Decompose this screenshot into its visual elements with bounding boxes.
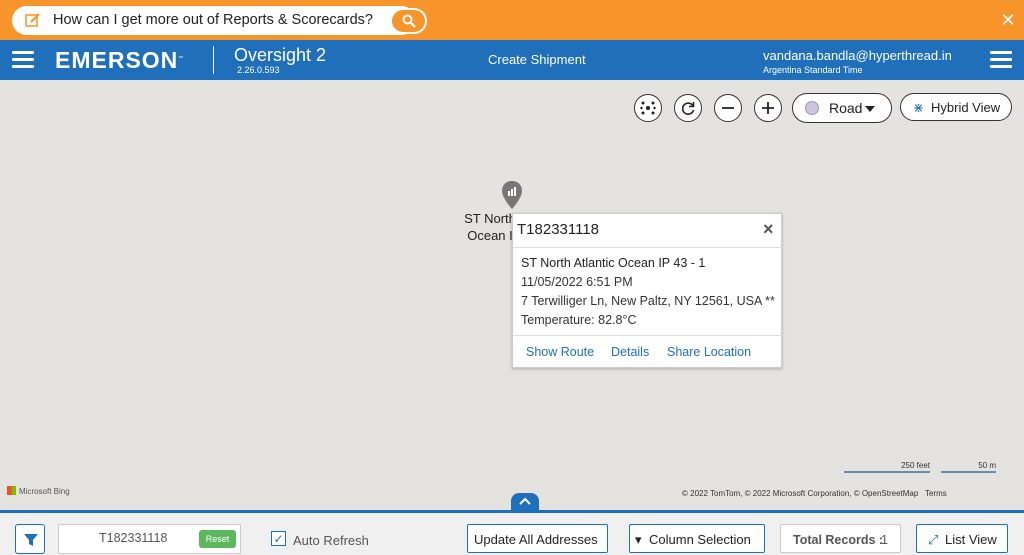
help-question-text[interactable]: How can I get more out of Reports & Scor…	[53, 12, 373, 28]
map-style-dropdown[interactable]: Road	[792, 93, 892, 123]
help-search-bar[interactable]: How can I get more out of Reports & Scor…	[12, 6, 427, 35]
app-version: 2.26.0.593	[237, 65, 280, 75]
scale-bar-meters: 50 m	[941, 461, 996, 473]
edit-icon	[25, 13, 40, 27]
popup-shipment-name: ST North Atlantic Ocean IP 43 - 1	[521, 256, 706, 270]
filter-button[interactable]	[15, 524, 45, 554]
refresh-icon	[681, 102, 695, 115]
zoom-in-button[interactable]	[754, 94, 782, 122]
auto-refresh-checkbox[interactable]: ✓	[271, 531, 286, 546]
main-menu-icon[interactable]	[12, 51, 34, 69]
hybrid-view-button[interactable]: ⋇ Hybrid View	[900, 93, 1012, 121]
chevron-up-icon	[519, 497, 531, 505]
popup-divider	[513, 247, 783, 248]
minus-icon	[722, 107, 734, 109]
filter-icon: ▾	[635, 532, 642, 547]
expand-icon: ⤢	[928, 532, 939, 547]
create-shipment-link[interactable]: Create Shipment	[488, 52, 586, 67]
popup-divider	[513, 335, 783, 336]
map-copyright: © 2022 TomTom, © 2022 Microsoft Corporat…	[682, 489, 947, 498]
plus-icon	[762, 102, 774, 114]
map-style-label: Road	[829, 100, 863, 116]
shipment-search-input[interactable]	[99, 531, 199, 545]
header-divider	[213, 46, 214, 74]
shipment-popup: T182331118 × ST North Atlantic Ocean IP …	[512, 213, 783, 368]
globe-icon	[805, 101, 819, 115]
share-location-link[interactable]: Share Location	[667, 345, 751, 359]
total-records: Total Records : 1	[780, 524, 901, 553]
bottom-toolbar: Reset ✓ Auto Refresh Update All Addresse…	[0, 513, 1024, 555]
popup-temperature: Temperature: 82.8°C	[521, 313, 637, 327]
user-email[interactable]: vandana.bandla@hyperthread.in	[763, 48, 952, 63]
hybrid-view-label: Hybrid View	[931, 100, 1001, 115]
app-name: Oversight 2	[234, 45, 327, 65]
close-icon[interactable]: ✕	[1000, 11, 1016, 29]
update-all-addresses-button[interactable]: Update All Addresses	[467, 524, 608, 553]
total-records-count: 1	[881, 533, 888, 547]
scale-bar-feet: 250 feet	[844, 461, 930, 473]
popup-title: T182331118	[517, 221, 600, 238]
cluster-button[interactable]	[634, 94, 662, 122]
user-menu-icon[interactable]	[990, 51, 1012, 69]
help-banner: How can I get more out of Reports & Scor…	[0, 0, 1024, 40]
details-link[interactable]: Details	[611, 345, 649, 359]
filter-icon	[24, 534, 38, 546]
popup-close-icon[interactable]: ×	[763, 220, 774, 238]
refresh-map-button[interactable]	[674, 94, 702, 122]
pin-label: ST North Ocean I	[464, 211, 516, 243]
emerson-logo: EMERSON™	[55, 47, 185, 73]
popup-datetime: 11/05/2022 6:51 PM	[521, 275, 633, 289]
show-route-link[interactable]: Show Route	[526, 345, 594, 359]
column-selection-button[interactable]: ▾ Column Selection	[629, 524, 765, 553]
expand-panel-button[interactable]	[511, 493, 539, 510]
shipment-pin-icon[interactable]	[501, 180, 523, 210]
microsoft-logo-icon	[7, 486, 16, 495]
terms-link[interactable]: Terms	[925, 489, 947, 498]
reset-button[interactable]: Reset	[199, 530, 236, 548]
bing-attribution: Microsoft Bing	[7, 486, 70, 496]
cluster-icon	[640, 101, 656, 115]
popup-address: 7 Terwilliger Ln, New Paltz, NY 12561, U…	[521, 294, 775, 308]
auto-refresh-label[interactable]: Auto Refresh	[293, 533, 369, 548]
shipment-search-field[interactable]: Reset	[58, 524, 241, 554]
list-view-button[interactable]: ⤢ List View	[916, 524, 1008, 553]
zoom-out-button[interactable]	[714, 94, 742, 122]
hybrid-icon: ⋇	[913, 100, 924, 115]
app-header: EMERSON™ Oversight 2 2.26.0.593 Create S…	[0, 40, 1024, 80]
user-timezone: Argentina Standard Time	[763, 65, 863, 75]
caret-down-icon	[865, 106, 875, 112]
search-icon	[402, 14, 416, 28]
map-canvas[interactable]: Road ⋇ Hybrid View ST North Ocean I T182…	[0, 80, 1024, 510]
search-button[interactable]	[390, 8, 427, 34]
